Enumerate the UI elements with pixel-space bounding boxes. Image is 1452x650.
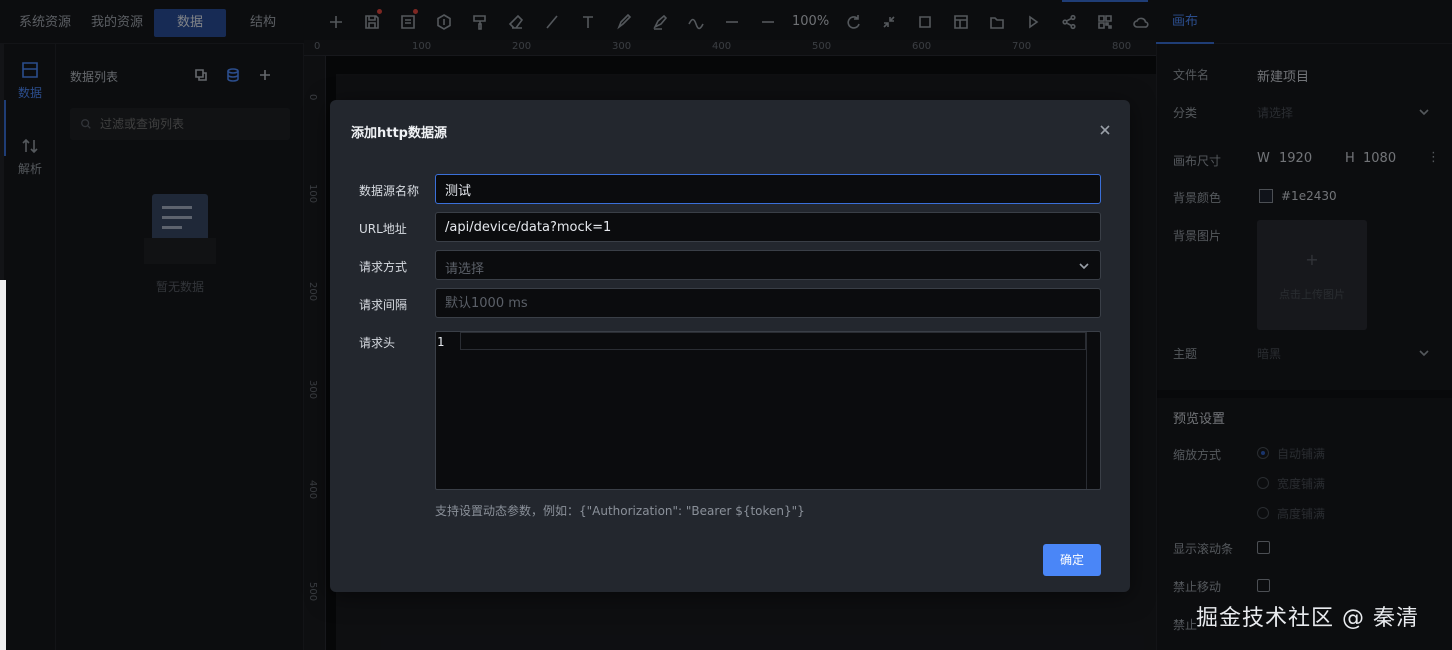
background-window-edge — [0, 280, 6, 650]
request-method-select[interactable]: 请选择 — [435, 250, 1101, 280]
url-input[interactable] — [435, 212, 1101, 242]
close-icon[interactable] — [1097, 122, 1113, 138]
editor-gutter: 1 — [436, 332, 460, 489]
datasource-name-label: 数据源名称 — [359, 184, 420, 198]
request-headers-editor[interactable]: 1 — [435, 331, 1101, 490]
editor-scrollbar[interactable] — [1086, 332, 1100, 489]
request-interval-label: 请求间隔 — [359, 298, 408, 312]
confirm-button[interactable]: 确定 — [1043, 544, 1101, 576]
chevron-down-icon — [1078, 260, 1090, 272]
request-headers-label: 请求头 — [359, 336, 396, 350]
headers-hint: 支持设置动态参数，例如：{"Authorization": "Bearer ${… — [435, 504, 805, 518]
datasource-name-input[interactable] — [435, 174, 1101, 204]
request-method-label: 请求方式 — [359, 260, 408, 274]
request-method-placeholder: 请选择 — [445, 262, 485, 277]
dialog-title: 添加http数据源 — [351, 126, 447, 141]
add-http-datasource-dialog: 添加http数据源 数据源名称 URL地址 请求方式 请选择 请求间隔 请求头 … — [330, 100, 1130, 592]
url-label: URL地址 — [359, 222, 407, 236]
watermark-text: 掘金技术社区 @ 秦清 — [1196, 606, 1419, 631]
request-interval-input[interactable] — [435, 288, 1101, 318]
line-number: 1 — [437, 335, 445, 349]
editor-current-line[interactable] — [460, 332, 1086, 350]
